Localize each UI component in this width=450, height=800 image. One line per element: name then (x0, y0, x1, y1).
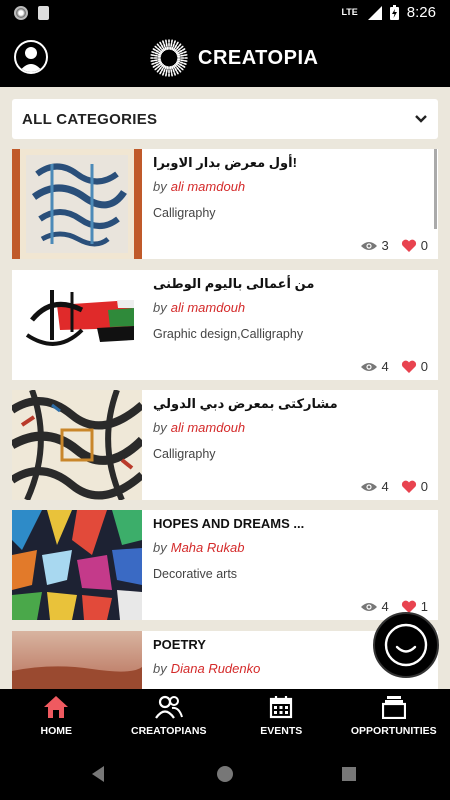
view-count: 4 (381, 599, 389, 614)
nav-home-label: HOME (40, 725, 73, 737)
user-icon (19, 47, 43, 72)
battery-icon (389, 5, 399, 20)
creatopia-logo-icon (149, 38, 189, 78)
post-title[interactable]: من أعمالى باليوم الوطنى (153, 276, 430, 292)
nav-creatopians-label: CREATOPIANS (131, 725, 207, 737)
byline-prefix: by (153, 300, 167, 315)
post-title[interactable]: أول معرض بدار الاوبرا! (153, 155, 430, 171)
app-logo: CREATOPIA (148, 37, 318, 79)
post-thumbnail[interactable] (12, 631, 142, 689)
nav-opportunities[interactable]: OPPORTUNITIES (338, 689, 450, 748)
heart-icon[interactable] (401, 360, 417, 374)
post-author-link[interactable]: ali mamdouh (171, 179, 245, 194)
smiley-icon (384, 623, 428, 667)
view-count: 3 (381, 238, 389, 253)
post-stats: 3 0 (360, 238, 428, 253)
status-bar: LTE 8:26 (0, 0, 450, 28)
scrollbar[interactable] (434, 149, 437, 229)
byline-prefix: by (153, 179, 167, 194)
like-count: 0 (420, 238, 428, 253)
signal-icon (367, 5, 382, 20)
category-dropdown[interactable]: ALL CATEGORIES (12, 99, 438, 139)
stack-icon (381, 696, 406, 719)
post-byline: by Diana Rudenko (153, 661, 260, 676)
post-title[interactable]: مشاركتى بمعرض دبي الدولي (153, 396, 430, 412)
post-stats: 4 0 (360, 479, 428, 494)
byline-prefix: by (153, 420, 167, 435)
like-count: 0 (420, 479, 428, 494)
chevron-down-icon (415, 115, 427, 123)
sd-card-icon (38, 6, 49, 20)
nav-creatopians[interactable]: CREATOPIANS (113, 689, 226, 748)
recent-apps-icon[interactable] (342, 767, 356, 781)
post-author-link[interactable]: Diana Rudenko (171, 661, 261, 676)
view-count: 4 (381, 359, 389, 374)
post-byline: by ali mamdouh (153, 300, 245, 315)
bottom-navigation: HOME CREATOPIANS EVENTS OPPORTUNITIES (0, 689, 450, 748)
eye-icon (360, 482, 377, 491)
post-author-link[interactable]: Maha Rukab (171, 540, 245, 555)
calendar-icon (270, 696, 293, 719)
post-thumbnail[interactable] (12, 149, 142, 259)
chat-fab-button[interactable] (373, 612, 439, 678)
eye-icon (360, 602, 377, 611)
system-navigation-bar (0, 748, 450, 800)
back-icon[interactable] (92, 766, 104, 782)
clock: 8:26 (406, 4, 436, 21)
profile-button[interactable] (14, 40, 48, 74)
post-byline: by ali mamdouh (153, 420, 245, 435)
post-thumbnail[interactable] (12, 270, 142, 380)
post-category: Calligraphy (153, 447, 216, 461)
view-count: 4 (381, 479, 389, 494)
eye-icon (360, 241, 377, 250)
post-title[interactable]: HOPES AND DREAMS ... (153, 516, 430, 531)
nav-events-label: EVENTS (260, 725, 303, 737)
heart-icon[interactable] (401, 480, 417, 494)
post-thumbnail[interactable] (12, 510, 142, 620)
post-thumbnail[interactable] (12, 390, 142, 500)
network-type: LTE (341, 7, 358, 17)
post-stats: 4 1 (360, 599, 428, 614)
post-card[interactable]: مشاركتى بمعرض دبي الدولي by ali mamdouh C… (12, 390, 438, 500)
post-byline: by Maha Rukab (153, 540, 244, 555)
nav-home[interactable]: HOME (0, 689, 113, 748)
post-author-link[interactable]: ali mamdouh (171, 420, 245, 435)
app-header: CREATOPIA (0, 28, 450, 87)
post-category: Calligraphy (153, 206, 216, 220)
category-dropdown-label: ALL CATEGORIES (22, 110, 158, 128)
nav-opportunities-label: OPPORTUNITIES (350, 725, 437, 737)
post-author-link[interactable]: ali mamdouh (171, 300, 245, 315)
system-home-icon[interactable] (217, 766, 233, 782)
post-category: Decorative arts (153, 567, 238, 581)
post-card[interactable]: أول معرض بدار الاوبرا! by ali mamdouh Cal… (12, 149, 438, 259)
like-count: 0 (420, 359, 428, 374)
people-icon (154, 695, 183, 719)
post-card[interactable]: HOPES AND DREAMS ... by Maha Rukab Decora… (12, 510, 438, 620)
post-byline: by ali mamdouh (153, 179, 245, 194)
notification-icon (14, 6, 28, 20)
home-icon (44, 696, 69, 718)
post-card[interactable]: من أعمالى باليوم الوطنى by ali mamdouh Gr… (12, 270, 438, 380)
byline-prefix: by (153, 661, 167, 676)
post-stats: 4 0 (360, 359, 428, 374)
eye-icon (360, 362, 377, 371)
like-count: 1 (420, 599, 428, 614)
byline-prefix: by (153, 540, 167, 555)
heart-icon[interactable] (401, 239, 417, 253)
nav-events[interactable]: EVENTS (225, 689, 338, 748)
post-category: Graphic design,Calligraphy (153, 327, 304, 341)
app-name: CREATOPIA (198, 46, 319, 69)
